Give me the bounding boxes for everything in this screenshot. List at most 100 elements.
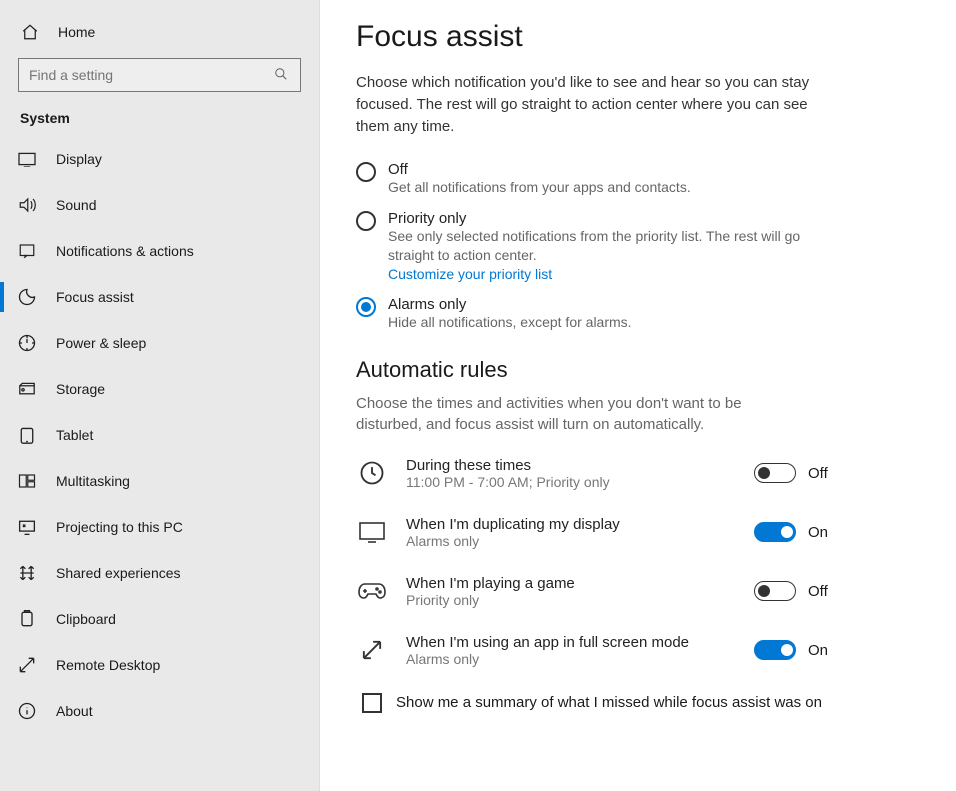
- rule-title: When I'm playing a game: [406, 575, 736, 592]
- clock-icon: [356, 457, 388, 489]
- sidebar-item-label: Power & sleep: [56, 335, 146, 351]
- rule-subtitle: Priority only: [406, 592, 736, 608]
- rule-fullscreen-app: When I'm using an app in full screen mod…: [356, 634, 836, 667]
- sidebar-item-label: Display: [56, 151, 102, 167]
- search-container: [0, 52, 319, 102]
- rule-during-these-times: During these times11:00 PM - 7:00 AM; Pr…: [356, 457, 836, 490]
- sidebar-item-notifications-actions[interactable]: Notifications & actions: [0, 228, 319, 274]
- drive-icon: [16, 378, 38, 400]
- sound-icon: [16, 194, 38, 216]
- message-icon: [16, 240, 38, 262]
- search-box[interactable]: [18, 58, 301, 92]
- rule-subtitle: Alarms only: [406, 533, 736, 549]
- summary-checkbox-row[interactable]: Show me a summary of what I missed while…: [356, 693, 920, 713]
- multitasking-icon: [16, 470, 38, 492]
- rule-subtitle: 11:00 PM - 7:00 AM; Priority only: [406, 474, 736, 490]
- rule-toggle-label: Off: [808, 583, 836, 600]
- home-icon: [20, 22, 40, 42]
- sidebar-item-focus-assist[interactable]: Focus assist: [0, 274, 319, 320]
- radio-priority-label: Priority only: [388, 210, 816, 227]
- moon-icon: [16, 286, 38, 308]
- summary-checkbox-label: Show me a summary of what I missed while…: [396, 694, 822, 711]
- rule-toggle-label: On: [808, 524, 836, 541]
- radio-off[interactable]: Off Get all notifications from your apps…: [356, 161, 816, 198]
- radio-priority-desc: See only selected notifications from the…: [388, 227, 816, 266]
- sidebar-item-about[interactable]: About: [0, 688, 319, 734]
- main-content: Focus assist Choose which notification y…: [320, 0, 956, 791]
- radio-alarms-only[interactable]: Alarms only Hide all notifications, exce…: [356, 296, 816, 333]
- home-button[interactable]: Home: [0, 12, 319, 52]
- rule-toggle[interactable]: [754, 522, 796, 542]
- sidebar-item-sound[interactable]: Sound: [0, 182, 319, 228]
- remote-desktop-icon: [16, 654, 38, 676]
- sidebar-item-label: Focus assist: [56, 289, 134, 305]
- home-label: Home: [58, 24, 95, 40]
- rule-playing-game: When I'm playing a gamePriority only Off: [356, 575, 836, 608]
- fullscreen-arrows-icon: [356, 634, 388, 666]
- rule-toggle-group: On: [754, 640, 836, 660]
- page-title: Focus assist: [356, 20, 920, 54]
- sidebar-item-power-sleep[interactable]: Power & sleep: [0, 320, 319, 366]
- rule-toggle[interactable]: [754, 581, 796, 601]
- display-icon: [16, 148, 38, 170]
- shared-experiences-icon: [16, 562, 38, 584]
- rule-title: During these times: [406, 457, 736, 474]
- info-icon: [16, 700, 38, 722]
- radio-alarms-label: Alarms only: [388, 296, 816, 313]
- summary-checkbox[interactable]: [362, 693, 382, 713]
- rule-toggle[interactable]: [754, 463, 796, 483]
- radio-off-label: Off: [388, 161, 816, 178]
- sidebar-item-label: Tablet: [56, 427, 93, 443]
- tablet-icon: [16, 424, 38, 446]
- focus-mode-radio-group: Off Get all notifications from your apps…: [356, 161, 920, 332]
- rule-subtitle: Alarms only: [406, 651, 736, 667]
- sidebar-item-label: Multitasking: [56, 473, 130, 489]
- rule-toggle-group: Off: [754, 581, 836, 601]
- sidebar-item-remote-desktop[interactable]: Remote Desktop: [0, 642, 319, 688]
- sidebar-item-label: Shared experiences: [56, 565, 181, 581]
- sidebar-item-display[interactable]: Display: [0, 136, 319, 182]
- radio-off-desc: Get all notifications from your apps and…: [388, 178, 816, 198]
- rules-list: During these times11:00 PM - 7:00 AM; Pr…: [356, 457, 920, 667]
- radio-alarms-circle: [356, 297, 376, 317]
- radio-priority-only[interactable]: Priority only See only selected notifica…: [356, 210, 816, 284]
- gamepad-icon: [356, 575, 388, 607]
- sidebar-item-multitasking[interactable]: Multitasking: [0, 458, 319, 504]
- rule-title: When I'm duplicating my display: [406, 516, 736, 533]
- sidebar-item-label: Remote Desktop: [56, 657, 160, 673]
- rule-body[interactable]: When I'm playing a gamePriority only: [406, 575, 736, 608]
- rule-toggle-group: Off: [754, 463, 836, 483]
- category-heading: System: [0, 102, 319, 136]
- automatic-rules-title: Automatic rules: [356, 357, 920, 383]
- automatic-rules-desc: Choose the times and activities when you…: [356, 393, 796, 435]
- customize-priority-list-link[interactable]: Customize your priority list: [388, 266, 552, 282]
- sidebar-item-label: Storage: [56, 381, 105, 397]
- sidebar-item-shared-experiences[interactable]: Shared experiences: [0, 550, 319, 596]
- rule-toggle-group: On: [754, 522, 836, 542]
- rule-body[interactable]: When I'm duplicating my displayAlarms on…: [406, 516, 736, 549]
- radio-alarms-desc: Hide all notifications, except for alarm…: [388, 313, 816, 333]
- sidebar-item-label: Projecting to this PC: [56, 519, 183, 535]
- rule-body[interactable]: When I'm using an app in full screen mod…: [406, 634, 736, 667]
- rule-toggle-label: Off: [808, 465, 836, 482]
- sidebar: Home System Display Sound Notifications & …: [0, 0, 320, 791]
- sidebar-item-label: About: [56, 703, 93, 719]
- rule-body[interactable]: During these times11:00 PM - 7:00 AM; Pr…: [406, 457, 736, 490]
- clipboard-icon: [16, 608, 38, 630]
- rule-toggle[interactable]: [754, 640, 796, 660]
- projecting-icon: [16, 516, 38, 538]
- monitor-icon: [356, 516, 388, 548]
- rule-title: When I'm using an app in full screen mod…: [406, 634, 736, 651]
- radio-priority-circle: [356, 211, 376, 231]
- sidebar-item-label: Sound: [56, 197, 96, 213]
- sidebar-item-label: Clipboard: [56, 611, 116, 627]
- sidebar-item-tablet[interactable]: Tablet: [0, 412, 319, 458]
- sidebar-item-clipboard[interactable]: Clipboard: [0, 596, 319, 642]
- sidebar-item-projecting-to-this-pc[interactable]: Projecting to this PC: [0, 504, 319, 550]
- power-icon: [16, 332, 38, 354]
- nav-list: Display Sound Notifications & actions Focus…: [0, 136, 319, 791]
- search-input[interactable]: [29, 67, 274, 83]
- sidebar-item-label: Notifications & actions: [56, 243, 194, 259]
- radio-off-circle: [356, 162, 376, 182]
- sidebar-item-storage[interactable]: Storage: [0, 366, 319, 412]
